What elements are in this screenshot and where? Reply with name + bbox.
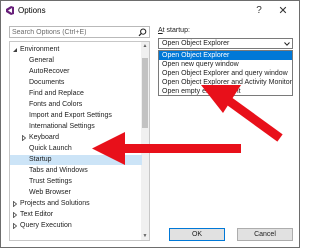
title-bar: Options ? ✕ [1,1,299,21]
tree-item[interactable]: Web Browser [10,188,142,198]
tree-item[interactable]: International Settings [10,122,142,132]
tree-item[interactable]: Fonts and Colors [10,100,142,110]
tree-item-label: Tabs and Windows [29,167,88,174]
tree-item-label: Startup [29,156,52,163]
tree-item-label: Find and Replace [29,90,84,97]
tree-item[interactable]: Projects and Solutions [10,199,142,209]
tree-item-label: Fonts and Colors [29,101,83,108]
tree-item[interactable]: Startup [10,155,142,165]
tree-item[interactable]: Documents [10,78,142,88]
tree-item-label: Documents [29,79,65,86]
tree-item-label: Projects and Solutions [20,200,90,207]
dropdown-option[interactable]: Open Object Explorer and query window [159,69,292,78]
options-dialog: Options ? ✕ ▲ ▼ Environment General AutoRe… [0,0,300,248]
help-button[interactable]: ? [250,4,268,18]
tree-item[interactable]: Find and Replace [10,89,142,99]
tree-item-label: Web Browser [29,189,71,196]
scroll-up-icon[interactable]: ▲ [141,42,149,50]
tree-item-label: AutoRecover [29,68,70,75]
visual-studio-icon [6,6,14,15]
collapsed-chevron-icon[interactable] [12,212,18,218]
tree-item-label: Quick Launch [29,145,72,152]
tree-item-label: Environment [20,46,60,53]
dropdown-option[interactable]: Open new query window [159,60,292,69]
tree-item-label: Query Execution [20,222,72,229]
tree-item-label: Keyboard [29,134,59,141]
search-options-box[interactable] [9,26,150,38]
collapsed-chevron-icon[interactable] [12,201,18,207]
cancel-button[interactable]: Cancel [237,228,293,241]
scroll-down-icon[interactable]: ▼ [141,232,149,240]
options-tree[interactable]: ▲ ▼ Environment General AutoRecover Documen… [9,41,150,241]
tree-item-label: Trust Settings [29,178,72,185]
startup-combo-value: Open Object Explorer [162,40,230,47]
scroll-thumb[interactable] [142,58,148,128]
collapsed-chevron-icon[interactable] [21,135,27,141]
tree-item[interactable]: Text Editor [10,210,142,220]
ok-button[interactable]: OK [169,228,225,241]
tree-item[interactable]: AutoRecover [10,67,142,77]
chevron-down-icon[interactable] [284,41,290,47]
startup-dropdown-list[interactable]: Open Object Explorer Open new query windo… [158,50,293,96]
tree-item[interactable]: Query Execution [10,221,142,231]
tree-item-label: General [29,57,54,64]
tree-item[interactable]: Environment [10,45,142,55]
dropdown-option[interactable]: Open empty environment [159,87,292,96]
collapsed-chevron-icon[interactable] [12,223,18,229]
dropdown-option[interactable]: Open Object Explorer and Activity Monito… [159,78,292,87]
tree-item[interactable]: Trust Settings [10,177,142,187]
tree-item-label: International Settings [29,123,95,130]
at-startup-label: At startup: [158,27,190,34]
tree-item-label: Import and Export Settings [29,112,112,119]
expanded-chevron-icon[interactable] [12,47,18,53]
tree-item[interactable]: General [10,56,142,66]
window-title: Options [18,6,46,15]
search-icon[interactable] [138,28,147,37]
tree-item[interactable]: Tabs and Windows [10,166,142,176]
search-input[interactable] [12,28,132,37]
tree-scrollbar[interactable]: ▲ ▼ [141,42,149,240]
tree-item[interactable]: Keyboard [10,133,142,143]
dropdown-option[interactable]: Open Object Explorer [159,51,292,60]
startup-combo[interactable]: Open Object Explorer [158,38,293,49]
close-button[interactable]: ✕ [272,4,294,18]
tree-item[interactable]: Import and Export Settings [10,111,142,121]
tree-item[interactable]: Quick Launch [10,144,142,154]
tree-item-label: Text Editor [20,211,54,218]
